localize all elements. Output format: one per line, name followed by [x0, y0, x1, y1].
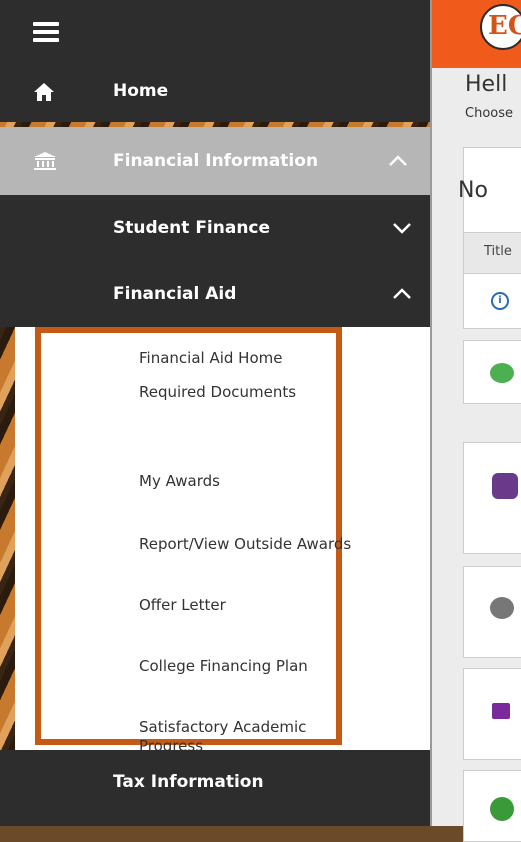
tile-documents[interactable]: [463, 442, 521, 554]
sidebar-item-student-finance[interactable]: Student Finance: [0, 195, 432, 261]
sidebar-nav: Home Financial Information Student Finan…: [0, 0, 432, 826]
chevron-down-icon[interactable]: [392, 218, 412, 238]
submenu-item-offer-letter[interactable]: Offer Letter: [139, 596, 226, 615]
sidebar-divider: [430, 0, 432, 826]
sidebar-item-financial-information[interactable]: Financial Information: [0, 127, 432, 195]
submenu-item-college-financing-plan[interactable]: College Financing Plan: [139, 657, 308, 676]
table-header-title: Title: [484, 244, 512, 259]
money-icon: [490, 363, 514, 383]
home-icon: [34, 83, 54, 101]
submenu-item-financial-aid-home[interactable]: Financial Aid Home: [139, 349, 282, 368]
sidebar-item-label: Financial Information: [113, 151, 319, 171]
tile-calendar[interactable]: [463, 566, 521, 658]
person-icon: [490, 797, 514, 821]
document-icon: [492, 473, 518, 499]
sidebar-item-label: Home: [113, 81, 169, 101]
logo-text: EC: [488, 11, 521, 41]
chevron-up-icon[interactable]: [388, 151, 408, 171]
hamburger-icon[interactable]: [33, 22, 59, 42]
sidebar-item-label: Student Finance: [113, 218, 271, 238]
submenu-item-required-documents[interactable]: Required Documents: [139, 383, 296, 402]
sidebar-item-home[interactable]: Home: [0, 60, 432, 122]
sidebar-item-tax-information[interactable]: Tax Information: [0, 750, 432, 826]
sidebar-top: [0, 0, 432, 60]
bank-icon: [34, 152, 56, 170]
sidebar-item-label: Tax Information: [113, 772, 264, 792]
sidebar-item-financial-aid[interactable]: Financial Aid: [0, 261, 432, 327]
greeting-heading: Hell: [465, 72, 508, 97]
submenu-item-my-awards[interactable]: My Awards: [139, 472, 220, 491]
tile-profile[interactable]: [463, 770, 521, 842]
calendar-icon: [490, 597, 514, 619]
submenu-item-outside-awards[interactable]: Report/View Outside Awards: [139, 535, 351, 554]
tile-financial[interactable]: [463, 340, 521, 404]
tile-registration[interactable]: [463, 668, 521, 760]
sidebar-item-label: Financial Aid: [113, 284, 237, 304]
college-logo[interactable]: EC: [480, 4, 521, 50]
chevron-up-icon[interactable]: [392, 284, 412, 304]
greeting-subtitle: Choose: [465, 106, 513, 121]
info-icon[interactable]: i: [491, 292, 509, 310]
notifications-title: No: [458, 178, 488, 203]
registration-icon: [492, 703, 510, 719]
